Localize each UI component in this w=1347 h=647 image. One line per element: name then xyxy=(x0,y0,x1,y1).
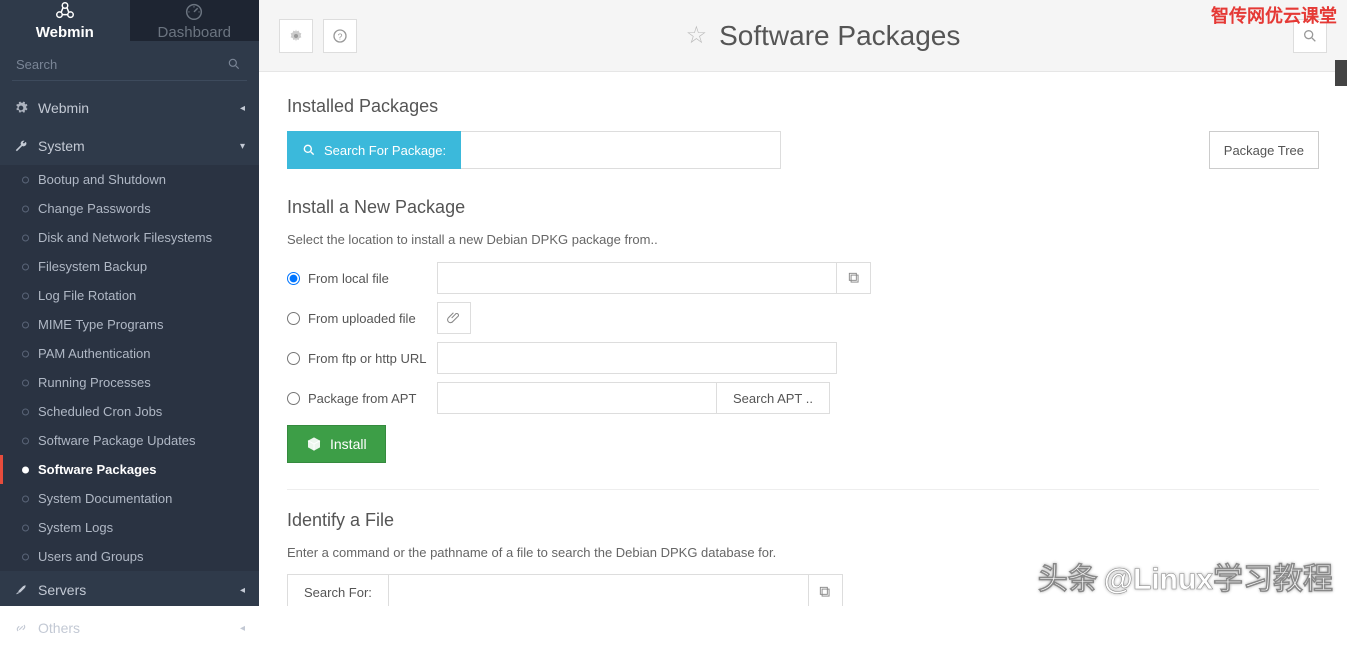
opt-local-label: From local file xyxy=(308,271,389,286)
sidebar-item-software-packages[interactable]: Software Packages xyxy=(0,455,259,484)
system-subnav: Bootup and ShutdownChange PasswordsDisk … xyxy=(0,165,259,571)
sidebar-item-bootup-and-shutdown[interactable]: Bootup and Shutdown xyxy=(0,165,259,194)
install-button-label: Install xyxy=(330,436,367,452)
paperclip-icon xyxy=(447,311,461,325)
navcat-webmin[interactable]: Webmin ◂ xyxy=(0,89,259,127)
navcat-system[interactable]: System ▾ xyxy=(0,127,259,165)
page-title: Software Packages xyxy=(719,20,960,52)
install-button[interactable]: Install xyxy=(287,425,386,463)
search-icon xyxy=(1302,28,1318,44)
upload-attach-button[interactable] xyxy=(437,302,471,334)
search-icon[interactable] xyxy=(227,57,241,74)
package-icon xyxy=(306,436,322,452)
search-for-button[interactable]: Search For: xyxy=(287,574,389,606)
opt-upload-radio[interactable] xyxy=(287,312,300,325)
sidebar-item-scheduled-cron-jobs[interactable]: Scheduled Cron Jobs xyxy=(0,397,259,426)
installed-packages-heading: Installed Packages xyxy=(287,96,1319,117)
install-help-text: Select the location to install a new Deb… xyxy=(287,232,1319,247)
svg-text:?: ? xyxy=(338,31,343,41)
navcat-others[interactable]: Others ◂ xyxy=(0,609,259,647)
navcat-others-label: Others xyxy=(38,620,80,636)
tab-webmin-label: Webmin xyxy=(36,24,94,41)
identify-heading: Identify a File xyxy=(287,510,1319,531)
watermark-bottom: 头条 @Linux学习教程 xyxy=(1038,554,1333,598)
navcat-servers-label: Servers xyxy=(38,582,86,598)
watermark-top: 智传网优云课堂 xyxy=(1211,2,1337,28)
dashboard-icon xyxy=(183,0,205,22)
search-apt-button[interactable]: Search APT .. xyxy=(717,382,830,414)
sidebar-item-users-and-groups[interactable]: Users and Groups xyxy=(0,542,259,571)
search-icon xyxy=(302,143,316,157)
sidebar: Webmin Dashboard Webmin ◂ System ▾ Bootu… xyxy=(0,0,259,606)
sidebar-item-pam-authentication[interactable]: PAM Authentication xyxy=(0,339,259,368)
help-button[interactable]: ? xyxy=(323,19,357,53)
opt-url[interactable]: From ftp or http URL xyxy=(287,351,437,366)
main: ? ☆ Software Packages Installed Packages… xyxy=(259,0,1347,606)
search-package-button[interactable]: Search For Package: xyxy=(287,131,461,169)
opt-local[interactable]: From local file xyxy=(287,271,437,286)
sidebar-item-running-processes[interactable]: Running Processes xyxy=(0,368,259,397)
install-new-heading: Install a New Package xyxy=(287,197,1319,218)
chevron-left-icon: ◂ xyxy=(240,623,245,634)
sidebar-item-software-package-updates[interactable]: Software Package Updates xyxy=(0,426,259,455)
url-input[interactable] xyxy=(437,342,837,374)
chevron-left-icon: ◂ xyxy=(240,585,245,596)
rocket-icon xyxy=(14,583,28,597)
opt-local-radio[interactable] xyxy=(287,272,300,285)
help-icon: ? xyxy=(332,28,348,44)
search-for-input[interactable] xyxy=(389,574,809,606)
search-package-label: Search For Package: xyxy=(324,143,446,158)
gear-icon xyxy=(14,101,28,115)
opt-apt-label: Package from APT xyxy=(308,391,416,406)
sidebar-item-change-passwords[interactable]: Change Passwords xyxy=(0,194,259,223)
tab-dashboard-label: Dashboard xyxy=(158,24,231,41)
navcat-webmin-label: Webmin xyxy=(38,100,89,116)
copy-icon xyxy=(818,585,832,599)
link-icon xyxy=(14,621,28,635)
opt-upload-label: From uploaded file xyxy=(308,311,416,326)
sidebar-item-disk-and-network-filesystems[interactable]: Disk and Network Filesystems xyxy=(0,223,259,252)
content: Installed Packages Search For Package: P… xyxy=(259,72,1347,606)
copy-icon xyxy=(847,271,861,285)
config-button[interactable] xyxy=(279,19,313,53)
side-flag[interactable] xyxy=(1335,60,1347,86)
chevron-left-icon: ◂ xyxy=(240,103,245,114)
opt-upload[interactable]: From uploaded file xyxy=(287,311,437,326)
favorite-star-icon[interactable]: ☆ xyxy=(686,21,708,50)
package-tree-button[interactable]: Package Tree xyxy=(1209,131,1319,169)
search-package-input[interactable] xyxy=(461,131,781,169)
sidebar-item-mime-type-programs[interactable]: MIME Type Programs xyxy=(0,310,259,339)
sidebar-item-log-file-rotation[interactable]: Log File Rotation xyxy=(0,281,259,310)
sidebar-search-input[interactable] xyxy=(12,49,247,81)
sidebar-tabs: Webmin Dashboard xyxy=(0,0,259,41)
opt-apt-radio[interactable] xyxy=(287,392,300,405)
tab-webmin[interactable]: Webmin xyxy=(0,0,130,41)
sidebar-item-system-documentation[interactable]: System Documentation xyxy=(0,484,259,513)
sidebar-item-filesystem-backup[interactable]: Filesystem Backup xyxy=(0,252,259,281)
tab-dashboard[interactable]: Dashboard xyxy=(130,0,260,41)
titlebar: ? ☆ Software Packages xyxy=(259,0,1347,72)
sidebar-item-system-logs[interactable]: System Logs xyxy=(0,513,259,542)
navcat-servers[interactable]: Servers ◂ xyxy=(0,571,259,609)
webmin-logo-icon xyxy=(54,0,76,22)
navcat-system-label: System xyxy=(38,138,85,154)
chevron-down-icon: ▾ xyxy=(240,141,245,152)
opt-url-label: From ftp or http URL xyxy=(308,351,426,366)
browse-file-button[interactable] xyxy=(837,262,871,294)
wrench-icon xyxy=(14,139,28,153)
gear-icon xyxy=(288,28,304,44)
browse-identify-button[interactable] xyxy=(809,574,843,606)
opt-apt[interactable]: Package from APT xyxy=(287,391,437,406)
apt-input[interactable] xyxy=(437,382,717,414)
opt-url-radio[interactable] xyxy=(287,352,300,365)
sidebar-search xyxy=(0,41,259,89)
local-file-input[interactable] xyxy=(437,262,837,294)
